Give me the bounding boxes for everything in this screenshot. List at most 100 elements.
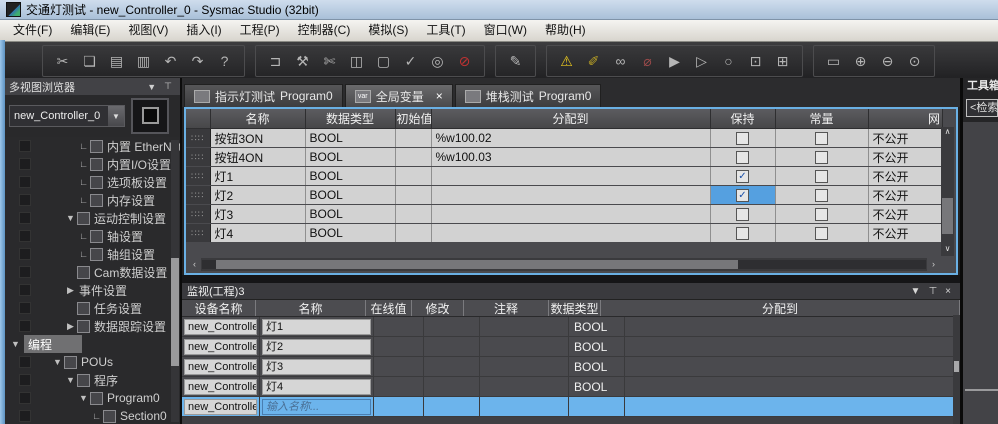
scroll-left-icon[interactable]: ‹ <box>188 258 201 271</box>
variable-type-cell[interactable]: BOOL <box>305 148 395 167</box>
watch-device-cell[interactable]: new_Controller_0 <box>184 359 257 375</box>
retain-cell[interactable] <box>710 167 775 186</box>
constant-cell[interactable] <box>775 167 868 186</box>
tree-item[interactable]: ∟ 内存设置 <box>5 191 180 209</box>
toolbox-divider[interactable] <box>965 389 998 391</box>
device-column-header[interactable]: 设备名称 <box>182 300 256 316</box>
panel-divider[interactable] <box>182 275 960 283</box>
tree-item[interactable]: ▼ 运动控制设置 <box>5 209 180 227</box>
row-handle-icon[interactable]: ∷∷ <box>186 224 210 243</box>
watch-name-cell[interactable]: 灯2 <box>262 339 371 355</box>
editor-tab[interactable]: 堆栈测试 Program0 <box>455 84 602 107</box>
tree-expand-icon[interactable]: ∟ <box>77 195 90 205</box>
cpu-unit-icon[interactable] <box>131 98 169 134</box>
tree-expand-icon[interactable]: ∟ <box>90 411 103 421</box>
build-icon[interactable]: ⚒ <box>289 48 316 74</box>
watch-name-cell[interactable]: 灯4 <box>262 379 371 395</box>
tree-expand-icon[interactable]: ▼ <box>51 357 64 367</box>
collapse-icon[interactable]: ▼ <box>143 82 160 92</box>
tree-expand-icon[interactable]: ▶ <box>64 321 77 332</box>
watch-device-cell[interactable]: new_Controller_0 <box>184 319 257 335</box>
watch-scrollbar-thumb[interactable] <box>954 361 959 372</box>
variable-initial-cell[interactable] <box>395 205 431 224</box>
variable-name-cell[interactable]: 按钮4ON <box>210 148 305 167</box>
variable-initial-cell[interactable] <box>395 224 431 243</box>
controller-select[interactable]: new_Controller_0 ▼ <box>9 105 125 127</box>
online-value-column-header[interactable]: 在线值 <box>366 300 412 316</box>
menu-item[interactable]: 控制器(C) <box>289 20 360 41</box>
constant-column-header[interactable]: 常量 <box>775 109 868 129</box>
monitor-transfer-icon[interactable]: ▢ <box>370 48 397 74</box>
watch-row[interactable]: new_Controller_0 灯1 BOOL <box>182 317 960 337</box>
syntax-check-icon[interactable]: ✓ <box>397 48 424 74</box>
tree-expand-icon[interactable]: ∟ <box>77 231 90 241</box>
variable-name-cell[interactable]: 灯2 <box>210 186 305 205</box>
variable-name-cell[interactable]: 灯1 <box>210 167 305 186</box>
scroll-up-icon[interactable]: ∧ <box>941 127 954 139</box>
variable-hscrollbar-thumb[interactable] <box>216 260 737 269</box>
tree-item[interactable]: ∟ 轴设置 <box>5 227 180 245</box>
tree-item[interactable]: ∟ 内置 EtherNet/IP端 <box>5 137 180 155</box>
build-warning-icon[interactable]: ⚠ <box>553 48 580 74</box>
menu-item[interactable]: 文件(F) <box>4 20 61 41</box>
watch-name-cell[interactable]: 灯3 <box>262 359 371 375</box>
variable-name-cell[interactable]: 灯4 <box>210 224 305 243</box>
tree-item[interactable]: ▶ 事件设置 <box>5 281 180 299</box>
variable-type-cell[interactable]: BOOL <box>305 224 395 243</box>
constant-checkbox[interactable] <box>815 227 828 240</box>
constant-checkbox[interactable] <box>815 132 828 145</box>
variable-hscrollbar[interactable]: ‹ › <box>188 258 940 271</box>
retain-checkbox[interactable] <box>736 170 749 183</box>
row-handle-icon[interactable]: ∷∷ <box>186 129 210 148</box>
constant-cell[interactable] <box>775 224 868 243</box>
retain-cell[interactable] <box>710 205 775 224</box>
menu-item[interactable]: 模拟(S) <box>359 20 417 41</box>
datatype-column-header[interactable]: 数据类型 <box>305 109 395 129</box>
monitor-window-icon[interactable]: ⊡ <box>742 48 769 74</box>
watch-modify-cell[interactable] <box>424 377 480 396</box>
variable-allocation-cell[interactable]: %w100.02 <box>431 129 710 148</box>
retain-checkbox[interactable] <box>736 132 749 145</box>
menu-item[interactable]: 插入(I) <box>177 20 230 41</box>
variable-allocation-cell[interactable] <box>431 186 710 205</box>
variable-row[interactable]: ∷∷ 灯2 BOOL 不公开 <box>186 186 943 205</box>
variable-type-cell[interactable]: BOOL <box>305 186 395 205</box>
tree-item[interactable]: ▼ 程序 <box>5 371 180 389</box>
tree-item[interactable]: Cam数据设置 <box>5 263 180 281</box>
row-handle-icon[interactable]: ∷∷ <box>186 148 210 167</box>
menu-item[interactable]: 编辑(E) <box>61 20 119 41</box>
sidebar-scrollbar-thumb[interactable] <box>171 258 179 365</box>
chevron-down-icon[interactable]: ▼ <box>108 106 124 126</box>
variable-name-cell[interactable]: 按钮3ON <box>210 129 305 148</box>
variable-row[interactable]: ∷∷ 按钮4ON BOOL %w100.03 不公开 <box>186 148 943 167</box>
tree-item[interactable]: ∟ Section0 <box>5 407 180 424</box>
allocation-column-header[interactable]: 分配到 <box>601 300 960 316</box>
name-column-header[interactable]: 名称 <box>256 300 366 316</box>
delete-icon[interactable]: ▥ <box>130 48 157 74</box>
tree-item[interactable]: ∟ 轴组设置 <box>5 245 180 263</box>
redo-icon[interactable]: ↷ <box>184 48 211 74</box>
watch-modify-cell[interactable] <box>424 337 480 356</box>
step-run-icon[interactable]: ▶ <box>661 48 688 74</box>
pin-icon[interactable]: ⊤ <box>160 81 176 92</box>
network-publish-cell[interactable]: 不公开 <box>868 224 943 243</box>
comment-column-header[interactable]: 注释 <box>464 300 549 316</box>
sidebar-scrollbar[interactable] <box>171 140 179 422</box>
retain-checkbox[interactable] <box>736 208 749 221</box>
editor-tab[interactable]: var 全局变量 × <box>345 84 453 107</box>
constant-cell[interactable] <box>775 148 868 167</box>
tree-item[interactable]: ▶ 数据跟踪设置 <box>5 317 180 335</box>
watch-comment-cell[interactable] <box>480 317 569 336</box>
datatype-column-header[interactable]: 数据类型 <box>549 300 601 316</box>
editor-tab[interactable]: 指示灯测试 Program0 <box>184 84 343 107</box>
window-titlebar[interactable]: 交通灯测试 - new_Controller_0 - Sysmac Studio… <box>0 0 998 20</box>
watch-row[interactable]: new_Controller_0 灯2 BOOL <box>182 337 960 357</box>
watch-close-icon[interactable]: × <box>941 286 955 297</box>
tree-item[interactable]: ▼ 编程 <box>5 335 180 353</box>
tree-item[interactable]: ∟ 选项板设置 <box>5 173 180 191</box>
scroll-right-icon[interactable]: › <box>927 258 940 271</box>
name-column-header[interactable]: 名称 <box>210 109 305 129</box>
network-publish-cell[interactable]: 不公开 <box>868 148 943 167</box>
menu-item[interactable]: 工具(T) <box>417 20 474 41</box>
variable-allocation-cell[interactable] <box>431 224 710 243</box>
